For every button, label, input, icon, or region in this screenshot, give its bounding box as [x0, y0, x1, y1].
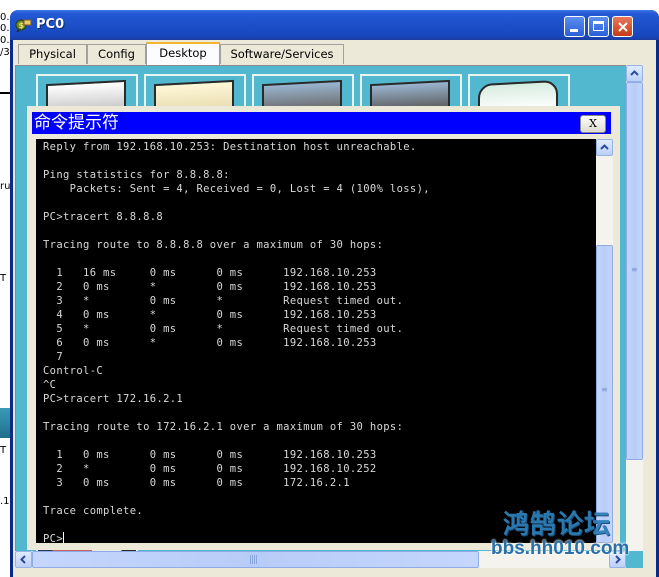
pc0-window: $ PC0 Physical Config Desktop Software/S… [10, 10, 659, 577]
terminal-line: 2 0 ms * 0 ms 192.168.10.253 [43, 281, 377, 293]
terminal-line: PC> [43, 532, 65, 543]
terminal-line: ^C [43, 379, 57, 391]
terminal-vertical-scrollbar[interactable]: ≡ [596, 139, 613, 543]
terminal-line: Tracing route to 172.16.2.1 over a maxim… [43, 421, 404, 433]
scroll-left-button[interactable] [15, 551, 32, 568]
background-text: .1 [0, 496, 10, 507]
close-icon [618, 22, 628, 32]
terminal-line: 1 16 ms 0 ms 0 ms 192.168.10.253 [43, 267, 377, 279]
minimize-button[interactable] [564, 16, 585, 37]
close-button[interactable] [612, 16, 633, 37]
tab-software-services[interactable]: Software/Services [220, 44, 344, 64]
terminal-output[interactable]: Reply from 192.168.10.253: Destination h… [36, 139, 596, 543]
terminal-scroll-thumb[interactable]: ≡ [596, 245, 613, 543]
terminal-line: Ping statistics for 8.8.8.8: [43, 169, 230, 181]
background-text: ru [0, 181, 11, 192]
minimize-icon [570, 29, 578, 32]
window-title: PC0 [36, 17, 65, 32]
scroll-thumb[interactable]: ≡ [626, 82, 643, 460]
terminal-line: 5 * 0 ms * Request timed out. [43, 323, 404, 335]
title-bar[interactable]: $ PC0 [10, 10, 659, 40]
scroll-grip-icon: |||| [249, 555, 258, 565]
command-prompt-panel: 命令提示符 X Reply from 192.168.10.253: Desti… [27, 106, 620, 550]
command-prompt-titlebar: 命令提示符 X [32, 112, 611, 134]
chevron-left-icon [20, 555, 26, 564]
terminal-line: Control-C [43, 365, 104, 377]
terminal-line: 6 0 ms * 0 ms 192.168.10.253 [43, 337, 377, 349]
text-cursor [63, 532, 65, 543]
scroll-grip-icon: ≡ [601, 385, 608, 394]
scroll-thumb[interactable]: |||| [32, 551, 479, 568]
tab-config[interactable]: Config [87, 44, 146, 64]
desktop-vertical-scrollbar[interactable]: ≡ [626, 65, 643, 551]
watermark-url: bbs.hh010.com [491, 538, 630, 559]
background-text: /3 [0, 47, 10, 58]
tab-physical[interactable]: Physical [18, 44, 87, 64]
scroll-up-button[interactable] [626, 65, 643, 82]
terminal-line: 3 0 ms 0 ms 0 ms 172.16.2.1 [43, 477, 350, 489]
terminal-line: Tracing route to 8.8.8.8 over a maximum … [43, 239, 384, 251]
terminal-line: 3 * 0 ms * Request timed out. [43, 295, 404, 307]
terminal-line: Reply from 192.168.10.253: Destination h… [43, 141, 417, 153]
chevron-up-icon [630, 70, 639, 76]
terminal-line: PC>tracert 172.16.2.1 [43, 393, 184, 405]
background-text: T [0, 445, 7, 456]
background-device-icon [0, 408, 10, 438]
background-text: T [0, 273, 7, 284]
command-prompt-close-button[interactable]: X [580, 115, 606, 133]
terminal-line: Trace complete. [43, 505, 144, 517]
window-client-area: Physical Config Desktop Software/Service… [13, 40, 656, 577]
terminal-line: 2 * 0 ms 0 ms 192.168.10.252 [43, 463, 377, 475]
terminal-line: 7 [43, 351, 64, 363]
maximize-button[interactable] [588, 16, 609, 37]
terminal-line: 1 0 ms 0 ms 0 ms 192.168.10.253 [43, 449, 377, 461]
terminal-line: Packets: Sent = 4, Received = 0, Lost = … [43, 183, 430, 195]
packet-tracer-pc-icon: $ [15, 19, 32, 33]
watermark-chinese: 鸿鹄论坛 [503, 510, 612, 540]
scroll-grip-icon: ≡ [631, 265, 638, 274]
command-prompt-title: 命令提示符 [34, 113, 119, 133]
terminal-line: 4 0 ms * 0 ms 192.168.10.253 [43, 309, 377, 321]
chevron-up-icon [600, 144, 609, 150]
tab-desktop[interactable]: Desktop [146, 42, 220, 65]
terminal-line: PC>tracert 8.8.8.8 [43, 211, 164, 223]
terminal-scroll-up-button[interactable] [596, 139, 613, 156]
maximize-icon [593, 21, 604, 31]
